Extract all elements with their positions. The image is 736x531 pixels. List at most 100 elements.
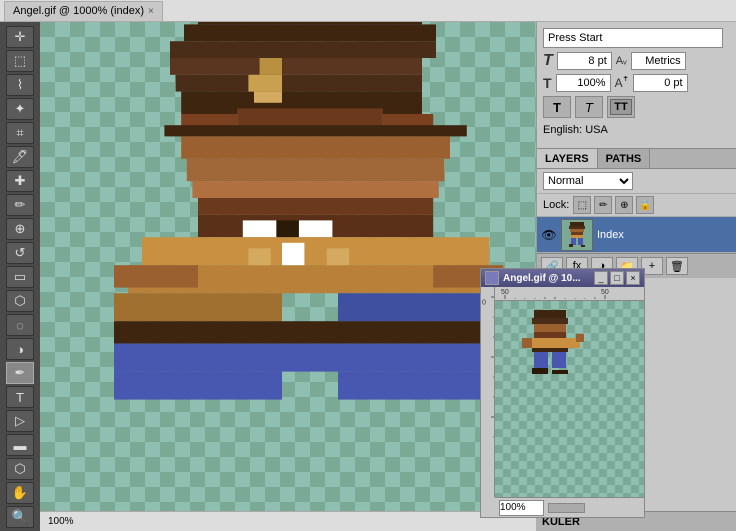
v-ruler-svg: 0 [481,287,495,497]
layer-delete-btn[interactable]: 🗑 [666,257,688,275]
lock-label: Lock: [543,199,569,211]
float-canvas-area[interactable] [495,301,644,497]
new-layer-icon: + [649,260,655,272]
zoom-icon: 🔍 [12,509,28,525]
layer-item-index[interactable]: 👁 Index [537,217,736,253]
float-zoom-input[interactable] [499,500,544,516]
style-buttons-row: T T TT [543,96,730,118]
tool-3d[interactable]: ⬡ [6,458,34,480]
blur-icon: ◌ [16,318,24,333]
tool-dodge[interactable]: ◑ [6,338,34,360]
tool-brush[interactable]: ✏ [6,194,34,216]
layers-header: LAYERS PATHS [537,149,736,169]
metrics-av-icon: Aᵥ [616,55,627,67]
tool-eraser[interactable]: ▭ [6,266,34,288]
metrics-input[interactable] [631,52,686,70]
clone-icon: ⊕ [15,221,26,237]
left-toolbar: ✛ ⬚ ⌇ ✦ ⌗ 🖊 ✚ ✏ ⊕ ↺ ▭ ⬡ ◌ ◑ ✒ T ▷ ▬ ⬡ ✋ … [0,22,40,531]
svg-text:50: 50 [501,289,509,296]
layers-section: LAYERS PATHS Normal Lock: ⬚ ✏ ⊕ 🔒 👁 [537,148,736,278]
lock-all-icon: 🔒 [639,200,651,211]
lock-paint-btn[interactable]: ✏ [594,196,612,214]
float-minimize-btn[interactable]: _ [594,271,608,285]
eraser-icon: ▭ [14,269,26,285]
document-tab[interactable]: Angel.gif @ 1000% (index) × [4,1,163,21]
tool-shape[interactable]: ▬ [6,434,34,456]
tool-zoom[interactable]: 🔍 [6,506,34,528]
bold-button[interactable]: T [543,96,571,118]
crop-icon: ⌗ [16,125,23,141]
tool-pen[interactable]: ✒ [6,362,34,384]
tool-crop[interactable]: ⌗ [6,122,34,144]
float-window-icon [485,271,499,285]
tt-button[interactable]: TT [607,96,635,118]
tab-paths[interactable]: PATHS [598,149,651,168]
float-close-btn[interactable]: × [626,271,640,285]
tool-move[interactable]: ✛ [6,26,34,48]
font-select-row [543,28,730,48]
tool-paint-bucket[interactable]: ⬡ [6,290,34,312]
tool-text[interactable]: T [6,386,34,408]
main-canvas[interactable] [40,22,536,511]
tool-magic-wand[interactable]: ✦ [6,98,34,120]
float-scroll-bar[interactable] [548,503,640,513]
rect-select-icon: ⬚ [14,53,26,69]
float-window-controls: _ □ × [594,271,640,285]
tool-select-rect[interactable]: ⬚ [6,50,34,72]
tool-heal[interactable]: ✚ [6,170,34,192]
layer-thumbnail [561,219,593,251]
float-window-titlebar[interactable]: Angel.gif @ 10... _ □ × [481,269,644,287]
move-icon: ✛ [15,29,26,45]
font-size-input[interactable] [557,52,612,70]
tool-blur[interactable]: ◌ [6,314,34,336]
lock-icons: ⬚ ✏ ⊕ 🔒 [573,196,654,214]
tab-label: Angel.gif @ 1000% (index) [13,5,144,17]
lasso-icon: ⌇ [17,77,23,93]
h-ruler-svg: 50 50 [495,287,644,299]
lock-position-btn[interactable]: ⊕ [615,196,633,214]
eyedropper-icon: 🖊 [12,149,29,165]
canvas-background [40,22,536,511]
baseline-input[interactable] [633,74,688,92]
text-icon: T [16,390,24,405]
float-maximize-btn[interactable]: □ [610,271,624,285]
float-character-sprite [510,306,590,497]
italic-button[interactable]: T [575,96,603,118]
3d-icon: ⬡ [14,461,25,477]
font-name-input[interactable] [543,28,723,48]
lock-all-btn[interactable]: 🔒 [636,196,654,214]
float-bottom-bar [495,497,644,517]
layer-name-label: Index [597,229,624,241]
tool-path-select[interactable]: ▷ [6,410,34,432]
tool-lasso[interactable]: ⌇ [6,74,34,96]
float-window: Angel.gif @ 10... _ □ × 50 50 [480,268,645,518]
float-scroll-thumb[interactable] [548,503,585,513]
heal-icon: ✚ [15,173,26,189]
tool-eyedropper[interactable]: 🖊 [6,146,34,168]
svg-text:50: 50 [601,289,609,296]
scale-icon: T [543,75,552,91]
layer-thumb-svg [562,220,592,250]
zoom-level: 100% [48,516,74,527]
bottom-status-bar: 100% [40,511,536,531]
bucket-icon: ⬡ [14,293,25,309]
tool-hand[interactable]: ✋ [6,482,34,504]
tool-clone[interactable]: ⊕ [6,218,34,240]
scale-input[interactable] [556,74,611,92]
layer-visibility-eye[interactable]: 👁 [541,227,557,243]
tab-layers-label: LAYERS [545,153,589,165]
hand-icon: ✋ [12,485,28,501]
lock-transparency-btn[interactable]: ⬚ [573,196,591,214]
blend-mode-select[interactable]: Normal [543,172,633,190]
wand-icon: ✦ [15,101,26,117]
float-window-title: Angel.gif @ 10... [485,271,581,285]
tab-layers[interactable]: LAYERS [537,149,598,168]
character-panel-content: T Aᵥ T Aꜛ T T TT English: USA [537,22,736,148]
italic-icon: T [585,100,593,115]
size-icon: T [543,52,553,70]
tool-history[interactable]: ↺ [6,242,34,264]
language-label: English: USA [543,124,608,136]
baseline-icon: Aꜛ [615,76,629,90]
float-window-title-text: Angel.gif @ 10... [503,273,581,284]
tab-close[interactable]: × [148,6,154,17]
